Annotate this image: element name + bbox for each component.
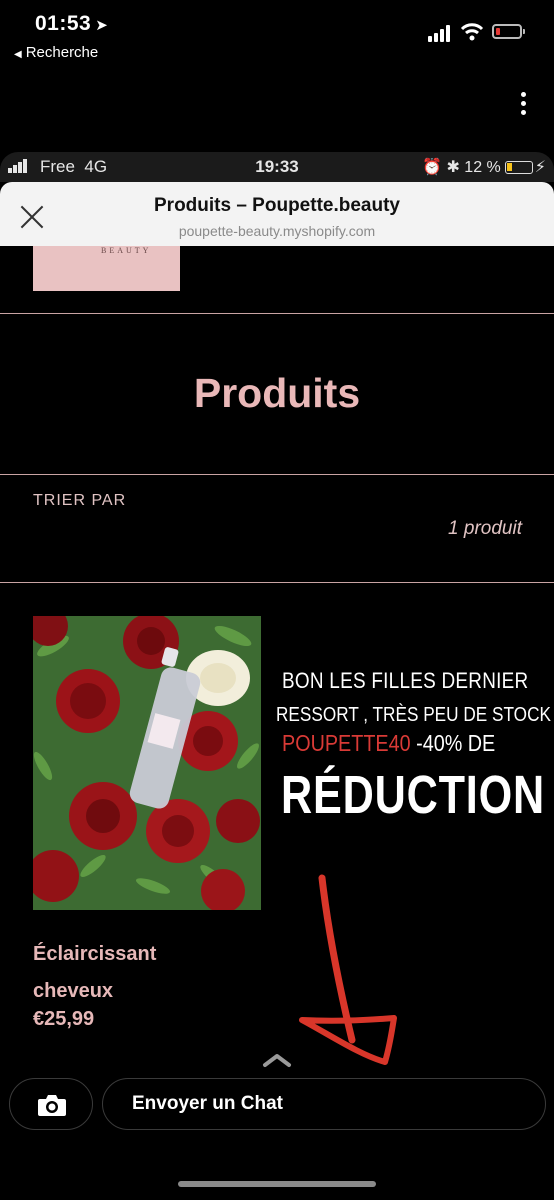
promo-line-3: POUPETTE40 -40% DE <box>282 730 495 757</box>
camera-button[interactable] <box>9 1078 93 1130</box>
sort-label[interactable]: TRIER PAR <box>33 492 126 510</box>
promo-line-2: RESSORT , TRÈS PEU DE STOCK , <box>276 704 554 726</box>
promo-line-1: BON LES FILLES DERNIER <box>282 668 529 693</box>
promo-code: POUPETTE40 <box>282 730 411 756</box>
divider <box>0 474 554 475</box>
more-options-icon[interactable] <box>521 92 527 119</box>
shop-logo[interactable]: BEAUTY <box>33 246 180 291</box>
browser-header: Produits – Poupette.beauty poupette-beau… <box>0 182 554 246</box>
divider <box>0 582 554 583</box>
wifi-icon <box>460 23 484 41</box>
red-arrow-annotation <box>299 874 397 1065</box>
chevron-up-icon[interactable] <box>262 1052 292 1068</box>
location-arrow-icon: ➤ <box>95 17 109 34</box>
chat-placeholder: Envoyer un Chat <box>132 1093 283 1114</box>
divider <box>0 313 554 314</box>
product-name[interactable]: Éclaircissant cheveux <box>33 936 233 1010</box>
charging-icon: ⚡ <box>534 159 546 176</box>
status-time: 01:53 ➤ <box>35 12 109 35</box>
camera-icon <box>38 1095 66 1116</box>
inner-status-bar: Free 4G 19:33 ⏰ ✱ 12 % ⚡ <box>0 152 554 182</box>
battery-icon <box>492 24 525 39</box>
bluetooth-icon: ✱ <box>446 159 460 176</box>
back-to-app-link[interactable]: ◀ Recherche <box>14 44 98 61</box>
promo-discount: -40% DE <box>410 730 496 756</box>
battery-percent: 12 % <box>464 159 501 176</box>
product-count: 1 produit <box>448 518 522 539</box>
browser-title: Produits – Poupette.beauty <box>154 195 400 216</box>
page-title: Produits <box>193 370 361 416</box>
alarm-icon: ⏰ <box>422 159 442 176</box>
promo-line-4: RÉDUCTION <box>281 765 545 825</box>
chat-input[interactable]: Envoyer un Chat <box>102 1078 546 1130</box>
inner-battery-icon <box>504 161 533 174</box>
product-price: €25,99 <box>33 1008 95 1030</box>
browser-url: poupette-beauty.myshopify.com <box>178 223 376 239</box>
home-indicator[interactable] <box>178 1181 376 1187</box>
signal-icon <box>428 24 452 42</box>
logo-text: BEAUTY <box>101 246 152 255</box>
back-triangle-icon: ◀ <box>14 49 22 60</box>
back-label: Recherche <box>25 44 99 61</box>
product-image[interactable] <box>33 616 261 910</box>
